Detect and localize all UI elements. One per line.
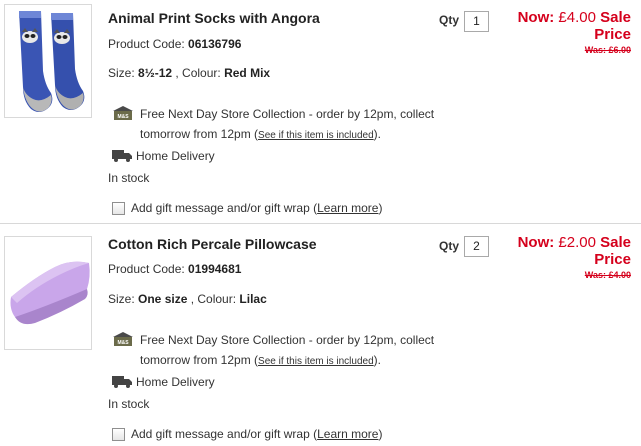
basket-item: Animal Print Socks with Angora Product C… [0, 0, 641, 223]
gift-checkbox[interactable] [112, 202, 125, 215]
gift-checkbox[interactable] [112, 428, 125, 441]
svg-text:M&S: M&S [117, 114, 129, 120]
size-colour: Size: One size , Colour: Lilac [108, 292, 267, 306]
now-label: Now: [517, 234, 559, 251]
was-price: Was: £6.00 [584, 45, 631, 55]
gift-end: ) [378, 427, 383, 441]
gift-label: Add gift message and/or gift wrap ( [131, 427, 318, 441]
qty-label: Qty [439, 13, 460, 27]
store-collection-text: Free Next Day Store Collection - order b… [140, 330, 460, 372]
store-collection-text: Free Next Day Store Collection - order b… [140, 104, 460, 146]
pillowcase-image [10, 261, 90, 325]
now-price: £2.00 [558, 234, 596, 251]
basket-item: Cotton Rich Percale Pillowcase Product C… [0, 226, 641, 446]
qty-label: Qty [439, 239, 460, 253]
home-delivery-label: Home Delivery [136, 375, 215, 389]
size-value: One size [138, 292, 188, 306]
product-code-value: 01994681 [188, 262, 242, 276]
product-code: Product Code: 01994681 [108, 262, 241, 276]
ms-store-icon: M&S [113, 106, 133, 120]
home-delivery-label: Home Delivery [136, 149, 215, 163]
collection-end: ). [373, 127, 381, 141]
sale-label: Sale Price [594, 234, 631, 268]
colour-value: Red Mix [224, 66, 271, 80]
delivery-van-icon [112, 376, 132, 388]
size-value: 8½-12 [138, 66, 173, 80]
product-image-pillowcase[interactable] [4, 236, 92, 350]
learn-more-link[interactable]: Learn more [317, 427, 378, 441]
price: Now: £4.00 Sale Price [501, 9, 631, 43]
qty-input[interactable]: 1 [464, 11, 489, 32]
size-label: Size: [108, 292, 139, 306]
was-price: Was: £4.00 [584, 270, 631, 280]
now-label: Now: [517, 9, 559, 26]
stock-status: In stock [108, 397, 150, 411]
product-code-label: Product Code: [108, 262, 189, 276]
product-image-socks[interactable] [4, 4, 92, 118]
gift-end: ) [378, 201, 383, 215]
gift-label: Add gift message and/or gift wrap ( [131, 201, 318, 215]
size-label: Size: [108, 66, 139, 80]
item-divider [0, 223, 641, 224]
product-title[interactable]: Animal Print Socks with Angora [108, 10, 320, 26]
learn-more-link[interactable]: Learn more [317, 201, 378, 215]
collection-end: ). [373, 353, 381, 367]
product-code-value: 06136796 [188, 37, 242, 51]
svg-text:M&S: M&S [117, 340, 129, 346]
colour-label: , Colour: [187, 292, 240, 306]
product-code: Product Code: 06136796 [108, 37, 241, 51]
product-code-label: Product Code: [108, 37, 189, 51]
gift-text: Add gift message and/or gift wrap (Learn… [131, 426, 382, 442]
colour-label: , Colour: [172, 66, 225, 80]
stock-status: In stock [108, 171, 150, 185]
product-title[interactable]: Cotton Rich Percale Pillowcase [108, 236, 317, 252]
delivery-van-icon [112, 150, 132, 162]
ms-store-icon: M&S [113, 332, 133, 346]
gift-text: Add gift message and/or gift wrap (Learn… [131, 200, 382, 216]
size-colour: Size: 8½-12 , Colour: Red Mix [108, 66, 270, 80]
colour-value: Lilac [239, 292, 267, 306]
see-if-included-link[interactable]: See if this item is included [258, 356, 374, 367]
qty-input[interactable]: 2 [464, 236, 489, 257]
see-if-included-link[interactable]: See if this item is included [258, 130, 374, 141]
price: Now: £2.00 Sale Price [501, 234, 631, 268]
socks-image [19, 11, 85, 112]
now-price: £4.00 [558, 9, 596, 26]
sale-label: Sale Price [594, 9, 631, 43]
